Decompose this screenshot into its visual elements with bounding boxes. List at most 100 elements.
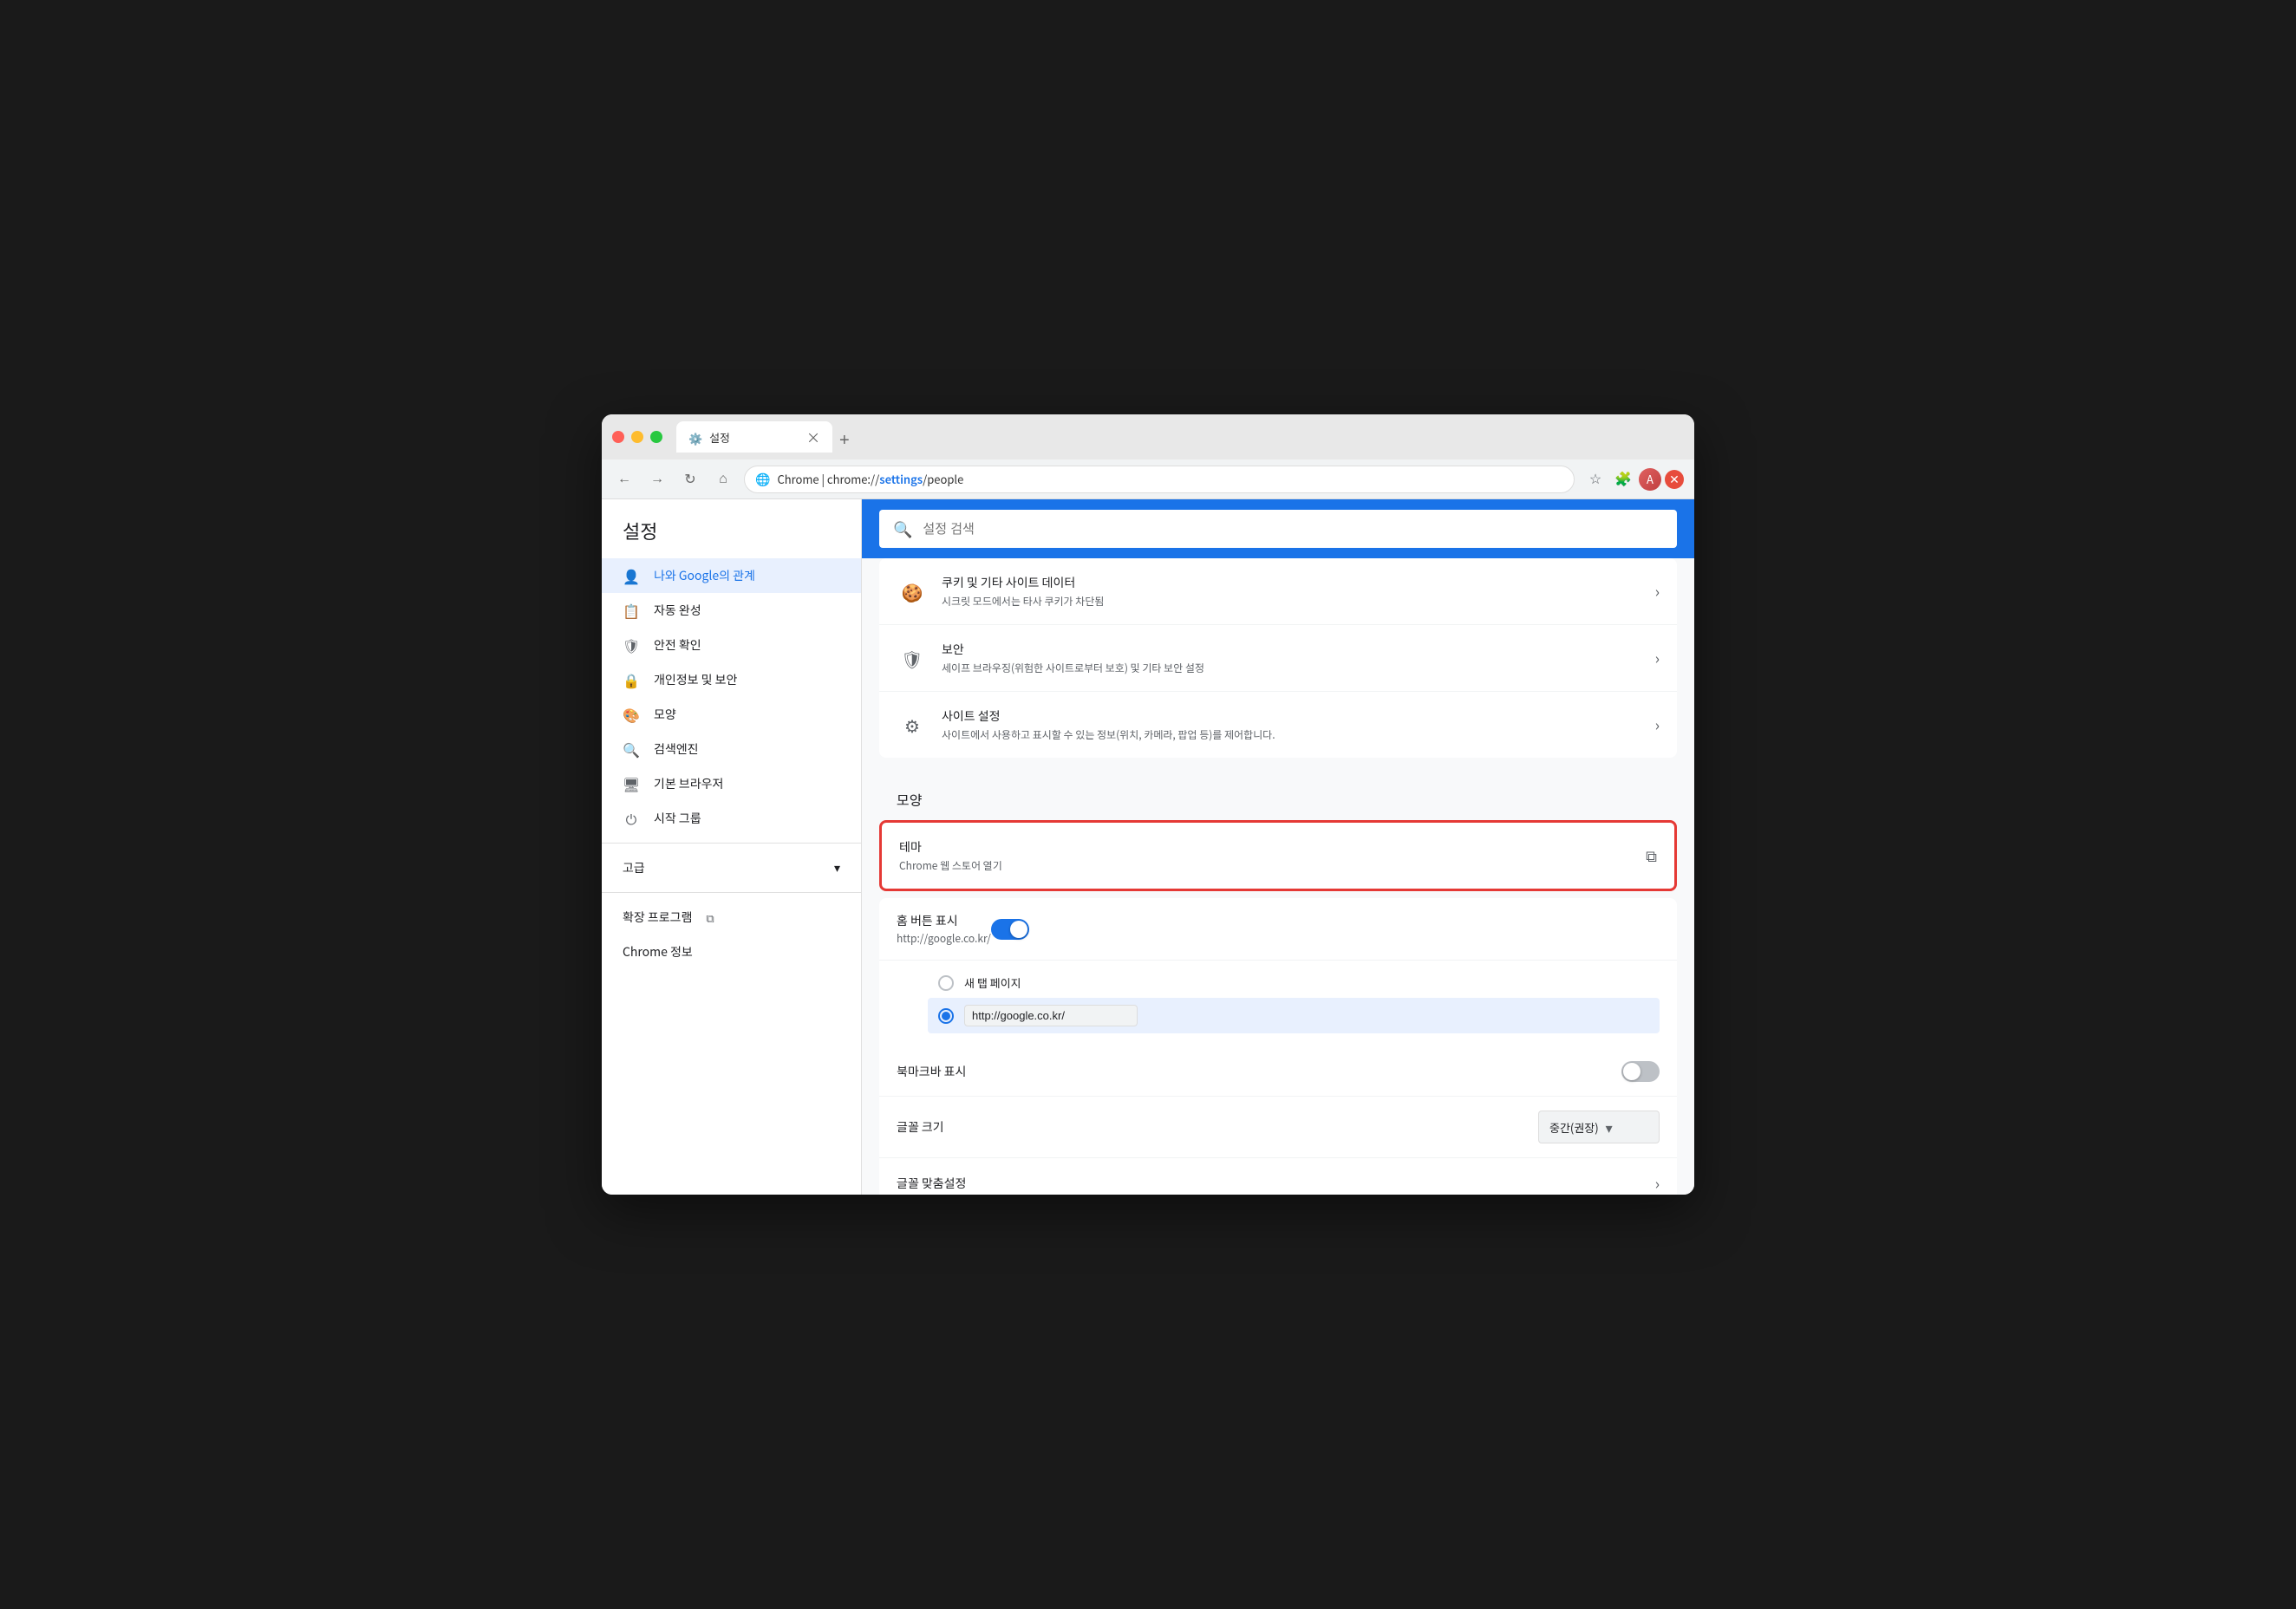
- title-bar: ⚙️ 설정 × +: [602, 414, 1694, 459]
- active-tab[interactable]: ⚙️ 설정 ×: [676, 421, 832, 453]
- home-button-row: 홈 버튼 표시 http://google.co.kr/: [879, 898, 1677, 961]
- sidebar-item-label-default-browser: 기본 브라우저: [654, 775, 723, 792]
- security-arrow: ›: [1655, 647, 1660, 669]
- refresh-button[interactable]: ↻: [678, 467, 702, 492]
- theme-row[interactable]: 테마 Chrome 웹 스토어 열기 ⧉: [882, 823, 1674, 889]
- tab-close-button[interactable]: ×: [806, 427, 820, 447]
- advanced-chevron: ▾: [834, 859, 840, 876]
- appearance-label: 모양: [879, 772, 1677, 820]
- font-size-value: 중간(권장): [1549, 1119, 1599, 1136]
- font-custom-arrow: ›: [1655, 1172, 1660, 1195]
- site-settings-desc: 사이트에서 사용하고 표시할 수 있는 정보(위치, 카메라, 팝업 등)를 제…: [942, 727, 1655, 742]
- sidebar-item-startup[interactable]: ⏻ 시작 그룹: [602, 801, 861, 836]
- bookmarks-bar-toggle[interactable]: [1621, 1061, 1660, 1082]
- radio-new-tab[interactable]: 새 탭 페이지: [928, 967, 1660, 998]
- home-button[interactable]: ⌂: [711, 467, 735, 492]
- theme-external-link-icon: ⧉: [1646, 844, 1657, 867]
- sidebar-item-default-browser[interactable]: 🖥 기본 브라우저: [602, 766, 861, 801]
- sidebar: 설정 👤 나와 Google의 관계 📋 자동 완성 🛡 안전 확인 🔒 개인정…: [602, 499, 862, 1195]
- star-icon: ☆: [1589, 471, 1601, 488]
- site-settings-row[interactable]: ⚙ 사이트 설정 사이트에서 사용하고 표시할 수 있는 정보(위치, 카메라,…: [879, 692, 1677, 758]
- forward-button[interactable]: →: [645, 467, 669, 492]
- sidebar-item-label-appearance: 모양: [654, 706, 676, 723]
- url-settings: settings: [879, 471, 923, 487]
- sidebar-item-label-privacy: 개인정보 및 보안: [654, 671, 737, 688]
- window-close-button[interactable]: [612, 431, 624, 443]
- back-button[interactable]: ←: [612, 467, 636, 492]
- site-settings-icon: ⚙: [897, 709, 928, 740]
- sidebar-item-safety[interactable]: 🛡 안전 확인: [602, 628, 861, 662]
- site-settings-text: 사이트 설정 사이트에서 사용하고 표시할 수 있는 정보(위치, 카메라, 팝…: [942, 707, 1655, 742]
- radio-custom-url-circle: [938, 1008, 954, 1024]
- sidebar-item-autofill[interactable]: 📋 자동 완성: [602, 593, 861, 628]
- startup-icon: ⏻: [623, 810, 640, 827]
- sidebar-item-label-search-engine: 검색엔진: [654, 740, 699, 758]
- font-custom-row[interactable]: 글꼴 맞춤설정 ›: [879, 1158, 1677, 1195]
- me-google-icon: 👤: [623, 567, 640, 584]
- puzzle-icon: 🧩: [1614, 471, 1632, 488]
- appearance-icon: 🎨: [623, 706, 640, 723]
- home-icon: ⌂: [719, 472, 727, 487]
- advanced-label: 고급: [623, 859, 645, 876]
- cookies-title: 쿠키 및 기타 사이트 데이터: [942, 574, 1655, 591]
- sidebar-item-privacy[interactable]: 🔒 개인정보 및 보안: [602, 662, 861, 697]
- security-text: 보안 세이프 브라우징(위험한 사이트로부터 보호) 및 기타 보안 설정: [942, 641, 1655, 675]
- cookies-row[interactable]: 🍪 쿠키 및 기타 사이트 데이터 시크릿 모드에서는 타사 쿠키가 차단됨 ›: [879, 558, 1677, 625]
- theme-card: 테마 Chrome 웹 스토어 열기 ⧉: [879, 820, 1677, 891]
- cookies-arrow: ›: [1655, 580, 1660, 603]
- window-controls: [612, 431, 662, 443]
- font-custom-label: 글꼴 맞춤설정: [897, 1175, 1655, 1192]
- sidebar-chrome-info[interactable]: Chrome 정보: [602, 935, 861, 969]
- privacy-icon: 🔒: [623, 671, 640, 688]
- bookmark-button[interactable]: ☆: [1583, 467, 1608, 492]
- top-list-card: 🍪 쿠키 및 기타 사이트 데이터 시크릿 모드에서는 타사 쿠키가 차단됨 ›…: [879, 558, 1677, 758]
- appearance-settings-card: 홈 버튼 표시 http://google.co.kr/ 새 탭 페이지: [879, 898, 1677, 1195]
- browser-window: ⚙️ 설정 × + ← → ↻ ⌂ 🌐 Chrome | chrome://se…: [602, 414, 1694, 1195]
- sidebar-item-me-google[interactable]: 👤 나와 Google의 관계: [602, 558, 861, 593]
- extensions-label: 확장 프로그램: [623, 909, 692, 926]
- home-button-sublabel: http://google.co.kr/: [897, 931, 991, 946]
- sidebar-item-search-engine[interactable]: 🔍 검색엔진: [602, 732, 861, 766]
- search-bar: 🔍: [879, 510, 1677, 548]
- chrome-menu-button[interactable]: ✕: [1665, 470, 1684, 489]
- new-tab-button[interactable]: +: [832, 431, 857, 451]
- home-button-label: 홈 버튼 표시: [897, 912, 991, 929]
- search-input[interactable]: [923, 522, 1663, 537]
- security-title: 보안: [942, 641, 1655, 658]
- address-bar: ← → ↻ ⌂ 🌐 Chrome | chrome://settings/peo…: [602, 459, 1694, 499]
- url-text: Chrome | chrome://settings/people: [777, 471, 963, 487]
- user-avatar[interactable]: A: [1639, 468, 1661, 491]
- toggle-knob: [1010, 921, 1027, 938]
- sidebar-divider: [602, 843, 861, 844]
- window-maximize-button[interactable]: [650, 431, 662, 443]
- extensions-button[interactable]: 🧩: [1611, 467, 1635, 492]
- sidebar-item-appearance[interactable]: 🎨 모양: [602, 697, 861, 732]
- security-row[interactable]: 🛡 보안 세이프 브라우징(위험한 사이트로부터 보호) 및 기타 보안 설정 …: [879, 625, 1677, 692]
- sidebar-extensions[interactable]: 확장 프로그램 ⧉: [602, 900, 861, 935]
- font-size-select[interactable]: 중간(권장) ▾: [1538, 1111, 1660, 1143]
- radio-custom-url-input[interactable]: [964, 1005, 1138, 1026]
- sidebar-item-label-autofill: 자동 완성: [654, 602, 701, 619]
- main-content: 설정 👤 나와 Google의 관계 📋 자동 완성 🛡 안전 확인 🔒 개인정…: [602, 499, 1694, 1195]
- autofill-icon: 📋: [623, 602, 640, 619]
- refresh-icon: ↻: [684, 471, 695, 488]
- sidebar-advanced[interactable]: 고급 ▾: [602, 850, 861, 885]
- radio-new-tab-label: 새 탭 페이지: [964, 974, 1021, 991]
- url-bar[interactable]: 🌐 Chrome | chrome://settings/people: [744, 466, 1575, 493]
- cookies-text: 쿠키 및 기타 사이트 데이터 시크릿 모드에서는 타사 쿠키가 차단됨: [942, 574, 1655, 609]
- radio-custom-url[interactable]: [928, 998, 1660, 1033]
- site-settings-title: 사이트 설정: [942, 707, 1655, 725]
- sidebar-item-label-safety: 안전 확인: [654, 636, 701, 654]
- sidebar-nav: 👤 나와 Google의 관계 📋 자동 완성 🛡 안전 확인 🔒 개인정보 및…: [602, 558, 861, 969]
- safety-icon: 🛡: [623, 636, 640, 654]
- cookies-desc: 시크릿 모드에서는 타사 쿠키가 차단됨: [942, 594, 1655, 609]
- bookmarks-toggle-knob: [1623, 1063, 1640, 1080]
- window-minimize-button[interactable]: [631, 431, 643, 443]
- default-browser-icon: 🖥: [623, 775, 640, 792]
- bookmarks-bar-label: 북마크바 표시: [897, 1063, 1621, 1080]
- secure-icon: 🌐: [755, 471, 770, 488]
- home-button-toggle[interactable]: [991, 919, 1029, 940]
- search-engine-icon: 🔍: [623, 740, 640, 758]
- font-size-arrow: ▾: [1606, 1117, 1613, 1137]
- tab-label: 설정: [709, 429, 730, 446]
